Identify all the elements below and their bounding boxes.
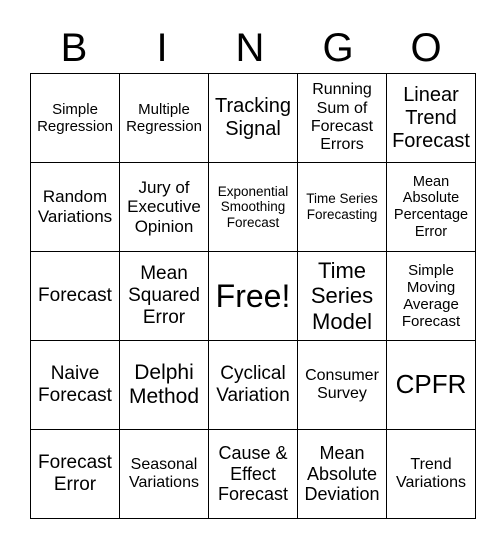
header-letter-g: G — [322, 26, 354, 70]
bingo-cell[interactable]: Cause & Effect Forecast — [208, 429, 298, 519]
bingo-row: Naive Forecast Delphi Method Cyclical Vari… — [30, 340, 476, 430]
bingo-cell[interactable]: Mean Absolute Deviation — [297, 429, 387, 519]
bingo-cell[interactable]: Multiple Regression — [119, 73, 209, 163]
bingo-cell[interactable]: Time Series Model — [297, 251, 387, 341]
bingo-cell[interactable]: Consumer Survey — [297, 340, 387, 430]
bingo-cell[interactable]: Exponential Smoothing Forecast — [208, 162, 298, 252]
header-letter-i: I — [156, 26, 168, 70]
bingo-cell[interactable]: Delphi Method — [119, 340, 209, 430]
bingo-cell[interactable]: Jury of Executive Opinion — [119, 162, 209, 252]
bingo-grid: Simple Regression Multiple Regression Trac… — [30, 73, 476, 519]
bingo-cell[interactable]: Simple Regression — [30, 73, 120, 163]
bingo-row: Random Variations Jury of Executive Opini… — [30, 162, 476, 252]
bingo-cell[interactable]: Tracking Signal — [208, 73, 298, 163]
bingo-cell[interactable]: Time Series Forecasting — [297, 162, 387, 252]
header-letter-b: B — [60, 26, 88, 70]
bingo-cell[interactable]: Mean Squared Error — [119, 251, 209, 341]
bingo-cell[interactable]: CPFR — [386, 340, 476, 430]
bingo-cell[interactable]: Cyclical Variation — [208, 340, 298, 430]
bingo-row: Forecast Mean Squared Error Free! Time Seri… — [30, 251, 476, 341]
bingo-cell[interactable]: Seasonal Variations — [119, 429, 209, 519]
bingo-cell[interactable]: Forecast — [30, 251, 120, 341]
bingo-cell[interactable]: Forecast Error — [30, 429, 120, 519]
bingo-row: Forecast Error Seasonal Variations Cause &… — [30, 429, 476, 519]
bingo-row: Simple Regression Multiple Regression Trac… — [30, 73, 476, 163]
bingo-cell[interactable]: Random Variations — [30, 162, 120, 252]
header-letter-n: N — [235, 26, 265, 70]
bingo-cell[interactable]: Simple Moving Average Forecast — [386, 251, 476, 341]
free-space-cell[interactable]: Free! — [208, 251, 298, 341]
header-letter-o: O — [410, 26, 442, 70]
bingo-cell[interactable]: Running Sum of Forecast Errors — [297, 73, 387, 163]
bingo-cell[interactable]: Mean Absolute Percentage Error — [386, 162, 476, 252]
bingo-cell[interactable]: Linear Trend Forecast — [386, 73, 476, 163]
bingo-cell[interactable]: Naive Forecast — [30, 340, 120, 430]
bingo-header: B I N G O — [30, 24, 470, 72]
bingo-cell[interactable]: Trend Variations — [386, 429, 476, 519]
